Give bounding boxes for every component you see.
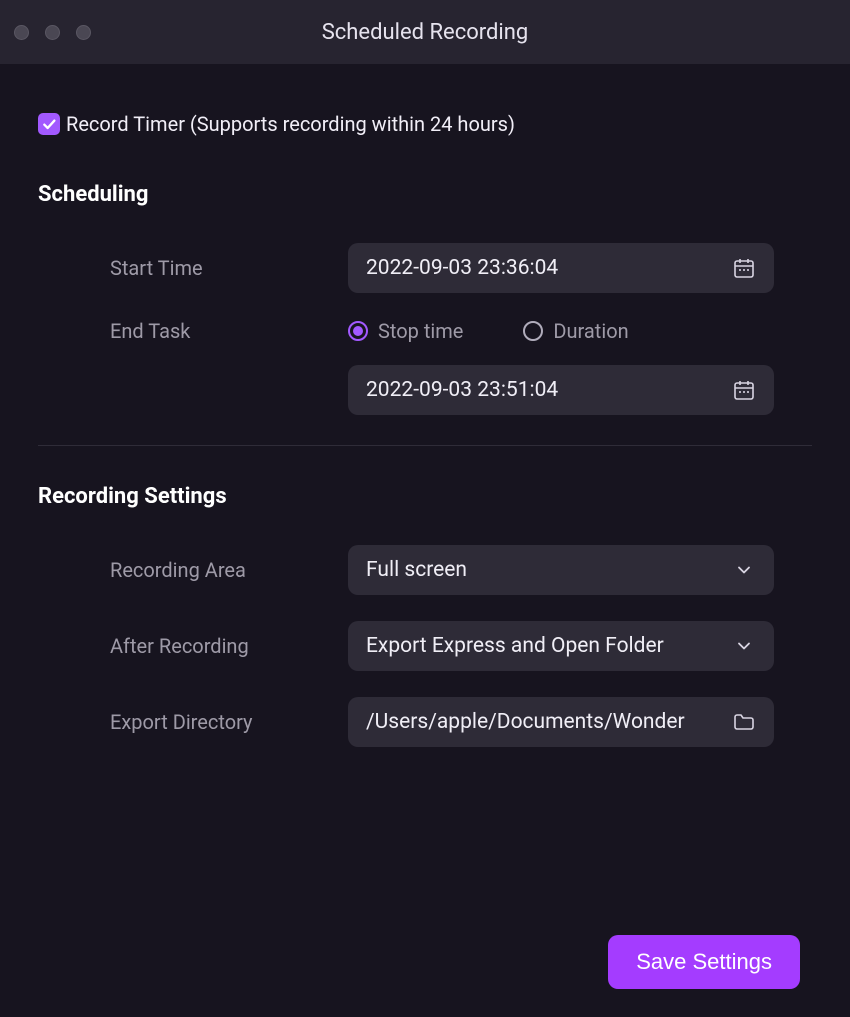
recording-area-label: Recording Area [38, 558, 348, 582]
titlebar: Scheduled Recording [0, 0, 850, 64]
divider [38, 445, 812, 446]
start-time-label: Start Time [38, 256, 348, 280]
end-task-row: End Task Stop time Duration [38, 319, 812, 343]
radio-icon [523, 321, 543, 341]
calendar-icon [732, 256, 756, 280]
export-directory-row: Export Directory /Users/apple/Documents/… [38, 697, 812, 747]
end-task-field-row: 2022-09-03 23:51:04 [38, 365, 812, 415]
record-timer-label: Record Timer (Supports recording within … [66, 112, 515, 136]
recording-area-value: Full screen [366, 558, 732, 582]
start-time-row: Start Time 2022-09-03 23:36:04 [38, 243, 812, 293]
folder-icon [732, 710, 756, 734]
record-timer-checkbox[interactable] [38, 113, 60, 135]
after-recording-row: After Recording Export Express and Open … [38, 621, 812, 671]
footer: Save Settings [608, 935, 800, 989]
maximize-window-button[interactable] [76, 25, 91, 40]
record-timer-row: Record Timer (Supports recording within … [38, 112, 812, 136]
end-task-time-field[interactable]: 2022-09-03 23:51:04 [348, 365, 774, 415]
traffic-lights [14, 25, 91, 40]
scheduling-heading: Scheduling [38, 182, 812, 207]
recording-area-row: Recording Area Full screen [38, 545, 812, 595]
export-directory-field[interactable]: /Users/apple/Documents/Wonder [348, 697, 774, 747]
window-title: Scheduled Recording [0, 20, 850, 45]
duration-radio-label: Duration [553, 319, 628, 343]
recording-settings-heading: Recording Settings [38, 484, 812, 509]
duration-radio[interactable]: Duration [523, 319, 628, 343]
radio-icon [348, 321, 368, 341]
close-window-button[interactable] [14, 25, 29, 40]
stop-time-radio-label: Stop time [378, 319, 463, 343]
stop-time-radio[interactable]: Stop time [348, 319, 463, 343]
content: Record Timer (Supports recording within … [0, 64, 850, 747]
start-time-field[interactable]: 2022-09-03 23:36:04 [348, 243, 774, 293]
end-task-radio-group: Stop time Duration [348, 319, 629, 343]
after-recording-value: Export Express and Open Folder [366, 634, 732, 658]
after-recording-label: After Recording [38, 634, 348, 658]
recording-area-select[interactable]: Full screen [348, 545, 774, 595]
save-settings-button[interactable]: Save Settings [608, 935, 800, 989]
start-time-value: 2022-09-03 23:36:04 [366, 256, 732, 280]
chevron-down-icon [732, 558, 756, 582]
calendar-icon [732, 378, 756, 402]
after-recording-select[interactable]: Export Express and Open Folder [348, 621, 774, 671]
check-icon [41, 116, 57, 132]
end-task-label: End Task [38, 319, 348, 343]
end-task-time-value: 2022-09-03 23:51:04 [366, 378, 732, 402]
chevron-down-icon [732, 634, 756, 658]
export-directory-value: /Users/apple/Documents/Wonder [366, 710, 732, 734]
minimize-window-button[interactable] [45, 25, 60, 40]
export-directory-label: Export Directory [38, 710, 348, 734]
